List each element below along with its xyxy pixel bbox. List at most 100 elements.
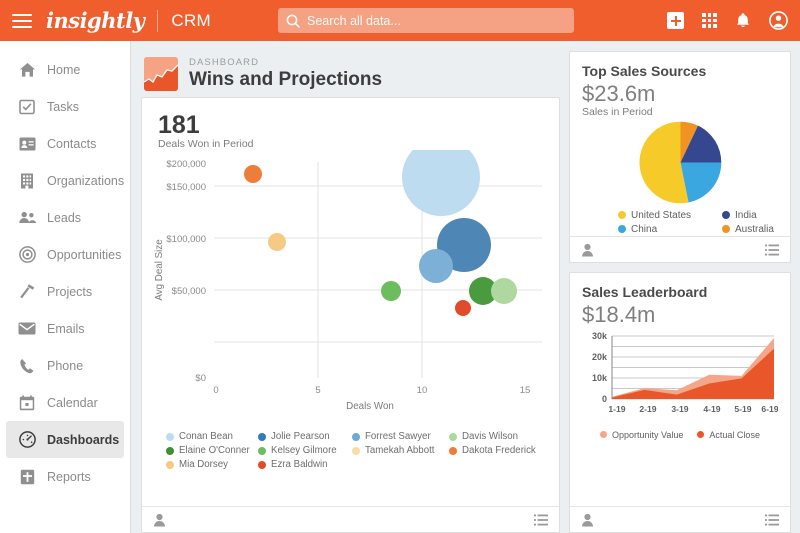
sidebar-item-opportunities[interactable]: Opportunities bbox=[6, 236, 124, 273]
notifications-bell-icon[interactable] bbox=[735, 12, 751, 30]
card-footer bbox=[142, 506, 559, 532]
legend-swatch bbox=[722, 211, 730, 220]
pie-chart-body: Top Sales Sources $23.6m Sales in Period bbox=[570, 52, 790, 236]
product-label: CRM bbox=[171, 10, 212, 30]
legend-item[interactable]: India bbox=[722, 210, 778, 221]
phone-icon bbox=[16, 358, 38, 374]
sidebar-item-dashboards[interactable]: Dashboards bbox=[6, 421, 124, 458]
list-icon[interactable] bbox=[765, 244, 779, 256]
svg-text:30k: 30k bbox=[592, 331, 608, 341]
legend-label: Davis Wilson bbox=[462, 431, 518, 443]
gauge-icon bbox=[16, 431, 38, 448]
legend-swatch bbox=[449, 432, 457, 441]
legend-label: Forrest Sawyer bbox=[365, 431, 431, 443]
sales-leaderboard-card: Sales Leaderboard $18.4m 30k 20k 10k 0 1… bbox=[569, 272, 791, 533]
legend-item[interactable]: Opportunity Value bbox=[600, 430, 683, 440]
sidebar-item-leads[interactable]: Leads bbox=[6, 199, 124, 236]
contact-card-icon bbox=[16, 137, 38, 151]
hammer-icon bbox=[16, 283, 38, 300]
bubble-chart-svg: $200,000 $150,000 $100,000 $50,000 $0 0 … bbox=[154, 138, 542, 412]
top-action-icons bbox=[667, 11, 788, 30]
legend-label: Ezra Baldwin bbox=[271, 459, 328, 471]
sidebar-item-label: Calendar bbox=[47, 395, 98, 410]
svg-text:10: 10 bbox=[417, 385, 428, 396]
search-input[interactable] bbox=[307, 13, 566, 28]
deals-won-value: 181 bbox=[158, 111, 200, 139]
card-footer bbox=[570, 236, 790, 262]
menu-icon[interactable] bbox=[12, 13, 32, 28]
legend-label: Jolie Pearson bbox=[271, 431, 330, 443]
bubble-chart: $200,000 $150,000 $100,000 $50,000 $0 0 … bbox=[142, 138, 559, 427]
legend-swatch bbox=[166, 446, 174, 455]
sidebar-item-label: Phone bbox=[47, 358, 84, 373]
legend-item[interactable]: Jolie Pearson bbox=[258, 431, 352, 442]
sidebar-item-phone[interactable]: Phone bbox=[6, 347, 124, 384]
area-chart-svg: 30k 20k 10k 0 1-19 2-19 3-19 4-19 5-19 6… bbox=[592, 331, 779, 414]
legend-item[interactable]: Actual Close bbox=[697, 430, 760, 440]
sales-amount: $23.6m bbox=[582, 80, 656, 106]
legend-item[interactable]: Kelsey Gilmore bbox=[258, 445, 352, 456]
top-navigation-bar: insightly CRM bbox=[0, 0, 800, 41]
list-icon[interactable] bbox=[534, 514, 548, 526]
legend-item[interactable]: Forrest Sawyer bbox=[352, 431, 449, 442]
breadcrumb: DASHBOARD bbox=[189, 56, 260, 68]
left-column: DASHBOARD Wins and Projections 181 Deals… bbox=[141, 51, 560, 533]
bubble-mia-dorsey bbox=[268, 233, 286, 252]
legend-swatch bbox=[618, 211, 626, 220]
sidebar-item-organizations[interactable]: Organizations bbox=[6, 162, 124, 199]
svg-text:6-19: 6-19 bbox=[761, 404, 778, 414]
legend-label: Elaine O'Conner bbox=[179, 445, 250, 457]
sidebar-item-calendar[interactable]: Calendar bbox=[6, 384, 124, 421]
app-root: insightly CRM Search all data... Home Ta… bbox=[0, 0, 800, 533]
svg-text:$50,000: $50,000 bbox=[172, 286, 206, 297]
person-icon[interactable] bbox=[581, 513, 594, 527]
sidebar-item-tasks[interactable]: Tasks bbox=[6, 88, 124, 125]
sidebar-item-reports[interactable]: Reports bbox=[6, 458, 124, 495]
svg-text:2-19: 2-19 bbox=[639, 404, 656, 414]
area-chart: 30k 20k 10k 0 1-19 2-19 3-19 4-19 5-19 6… bbox=[582, 327, 779, 428]
wins-projections-card: 181 Deals Won in Period $200,000 $150,00… bbox=[141, 97, 560, 533]
sidebar-item-label: Leads bbox=[47, 210, 82, 225]
insightly-logo[interactable]: insightly bbox=[46, 10, 145, 31]
sidebar-item-label: Opportunities bbox=[47, 247, 122, 262]
calendar-icon bbox=[16, 394, 38, 411]
global-search[interactable] bbox=[278, 8, 574, 33]
sidebar-item-emails[interactable]: Emails bbox=[6, 310, 124, 347]
user-account-icon[interactable] bbox=[769, 11, 788, 30]
deals-won-label: Deals Won in Period bbox=[158, 138, 254, 151]
person-icon[interactable] bbox=[153, 513, 166, 527]
brand-divider bbox=[157, 9, 159, 32]
sidebar-item-label: Contacts bbox=[47, 136, 97, 151]
pie-chart bbox=[582, 120, 778, 205]
legend-item[interactable]: China bbox=[618, 224, 722, 235]
search-icon bbox=[286, 14, 300, 28]
legend-label: Australia bbox=[735, 223, 774, 235]
add-icon[interactable] bbox=[667, 12, 684, 29]
legend-item[interactable]: Ezra Baldwin bbox=[258, 459, 352, 470]
sidebar-item-projects[interactable]: Projects bbox=[6, 273, 124, 310]
svg-text:0: 0 bbox=[602, 394, 607, 404]
legend-item[interactable]: Mia Dorsey bbox=[166, 459, 258, 470]
card-footer bbox=[570, 506, 790, 532]
sidebar-item-home[interactable]: Home bbox=[6, 51, 124, 88]
legend-item[interactable]: Conan Bean bbox=[166, 431, 258, 442]
legend-item[interactable]: Tamekah Abbott bbox=[352, 445, 449, 456]
legend-item[interactable]: Elaine O'Conner bbox=[166, 445, 258, 456]
legend-item[interactable]: Australia bbox=[722, 224, 778, 235]
top-sales-sources-card: Top Sales Sources $23.6m Sales in Period bbox=[569, 51, 791, 263]
legend-item[interactable]: Davis Wilson bbox=[449, 431, 549, 442]
legend-label: Mia Dorsey bbox=[179, 459, 228, 471]
legend-swatch bbox=[258, 446, 266, 455]
legend-item[interactable]: United States bbox=[618, 210, 722, 221]
legend-label: Actual Close bbox=[709, 429, 760, 440]
dashboard-content: DASHBOARD Wins and Projections 181 Deals… bbox=[131, 41, 800, 533]
apps-grid-icon[interactable] bbox=[702, 13, 717, 28]
person-icon[interactable] bbox=[581, 243, 594, 257]
legend-item[interactable]: Dakota Frederick bbox=[449, 445, 549, 456]
card-title: Top Sales Sources bbox=[582, 63, 707, 79]
legend-swatch bbox=[166, 460, 174, 469]
sidebar-item-contacts[interactable]: Contacts bbox=[6, 125, 124, 162]
right-column: Top Sales Sources $23.6m Sales in Period bbox=[569, 51, 791, 533]
area-chart-body: Sales Leaderboard $18.4m 30k 20k 10k 0 1… bbox=[570, 273, 790, 506]
list-icon[interactable] bbox=[765, 514, 779, 526]
